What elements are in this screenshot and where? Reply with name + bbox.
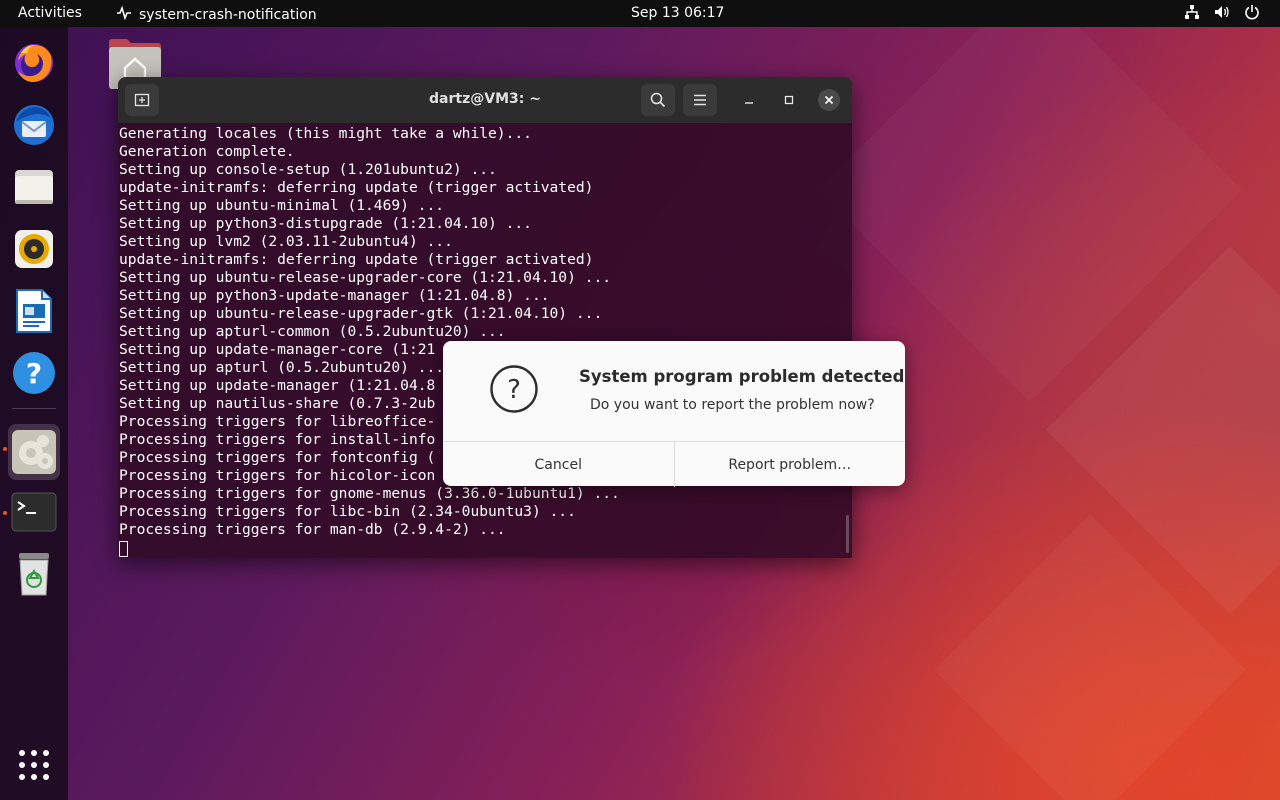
terminal-line: Setting up ubuntu-minimal (1.469) ... <box>119 197 445 214</box>
clock[interactable]: Sep 13 06:17 <box>631 5 724 21</box>
crash-dialog: ? System program problem detected Do you… <box>443 341 905 487</box>
terminal-prompt-line[interactable] <box>119 539 845 557</box>
terminal-line: Processing triggers for man-db (2.9.4-2)… <box>119 521 506 538</box>
terminal-line: Setting up ubuntu-release-upgrader-gtk (… <box>119 305 603 322</box>
search-icon <box>650 92 666 108</box>
terminal-line: Generating locales (this might take a wh… <box>119 125 532 142</box>
writer-icon <box>16 289 52 333</box>
minimize-button[interactable] <box>738 89 760 111</box>
power-icon <box>1244 4 1260 20</box>
terminal-titlebar[interactable]: dartz@VM3: ~ <box>118 77 852 123</box>
dock: ? <box>0 27 68 800</box>
network-icon <box>1184 4 1200 20</box>
dock-item-rhythmbox[interactable] <box>8 223 60 275</box>
system-tray[interactable] <box>1184 4 1260 20</box>
terminal-line: Setting up python3-distupgrade (1:21.04.… <box>119 215 532 232</box>
activities-button[interactable]: Activities <box>18 5 82 21</box>
dock-item-thunderbird[interactable] <box>8 99 60 151</box>
dock-item-software-updater[interactable] <box>8 424 60 480</box>
report-problem-button[interactable]: Report problem… <box>673 442 906 487</box>
terminal-line: Generation complete. <box>119 143 295 160</box>
search-button[interactable] <box>641 84 675 116</box>
help-icon: ? <box>13 352 55 394</box>
question-icon: ? <box>490 365 538 413</box>
terminal-line: Setting up python3-update-manager (1:21.… <box>119 287 550 304</box>
dock-item-writer[interactable] <box>8 285 60 337</box>
terminal-line: Setting up apturl-common (0.5.2ubuntu20)… <box>119 323 506 340</box>
dock-item-trash[interactable] <box>8 548 60 600</box>
terminal-line: Processing triggers for gnome-menus (3.3… <box>119 485 620 502</box>
dock-item-files[interactable] <box>8 161 60 213</box>
maximize-icon <box>784 95 794 105</box>
menu-button[interactable] <box>683 84 717 116</box>
updater-icon <box>12 430 56 474</box>
files-icon <box>15 170 53 204</box>
dock-separator <box>12 408 56 409</box>
firefox-icon <box>15 44 53 82</box>
terminal-line: Setting up console-setup (1.201ubuntu2) … <box>119 161 497 178</box>
dialog-title: System program problem detected <box>579 367 905 386</box>
close-icon <box>824 95 834 105</box>
trash-icon <box>19 553 49 596</box>
app-grid-icon <box>19 750 49 780</box>
app-menu[interactable]: system-crash-notification <box>116 5 317 25</box>
terminal-cursor <box>119 541 128 557</box>
close-button[interactable] <box>818 89 840 111</box>
terminal-line: update-initramfs: deferring update (trig… <box>119 179 594 196</box>
terminal-line: Setting up lvm2 (2.03.11-2ubuntu4) ... <box>119 233 453 250</box>
running-indicator <box>3 447 7 451</box>
maximize-button[interactable] <box>778 89 800 111</box>
svg-text:?: ? <box>507 375 521 405</box>
dialog-actions: Cancel Report problem… <box>443 441 905 487</box>
dialog-message: Do you want to report the problem now? <box>590 397 875 413</box>
top-bar: Activities system-crash-notification Sep… <box>0 0 1280 27</box>
hamburger-icon <box>694 94 706 106</box>
dock-item-firefox[interactable] <box>8 37 60 89</box>
process-icon <box>116 5 132 25</box>
minimize-icon <box>745 102 753 104</box>
running-indicator <box>3 511 7 515</box>
terminal-line: Processing triggers for libc-bin (2.34-0… <box>119 503 576 520</box>
rhythmbox-icon <box>15 230 53 268</box>
terminal-line: update-initramfs: deferring update (trig… <box>119 251 594 268</box>
dock-item-terminal[interactable] <box>8 486 60 538</box>
thunderbird-icon <box>14 105 54 145</box>
svg-text:?: ? <box>26 357 42 390</box>
app-menu-label: system-crash-notification <box>139 7 317 23</box>
volume-icon <box>1214 4 1230 20</box>
terminal-scrollbar[interactable] <box>846 515 849 553</box>
dock-item-help[interactable]: ? <box>8 347 60 399</box>
terminal-line: Setting up ubuntu-release-upgrader-core … <box>119 269 612 286</box>
terminal-icon <box>11 492 57 532</box>
cancel-button[interactable]: Cancel <box>443 442 674 487</box>
show-apps-button[interactable] <box>8 739 60 791</box>
